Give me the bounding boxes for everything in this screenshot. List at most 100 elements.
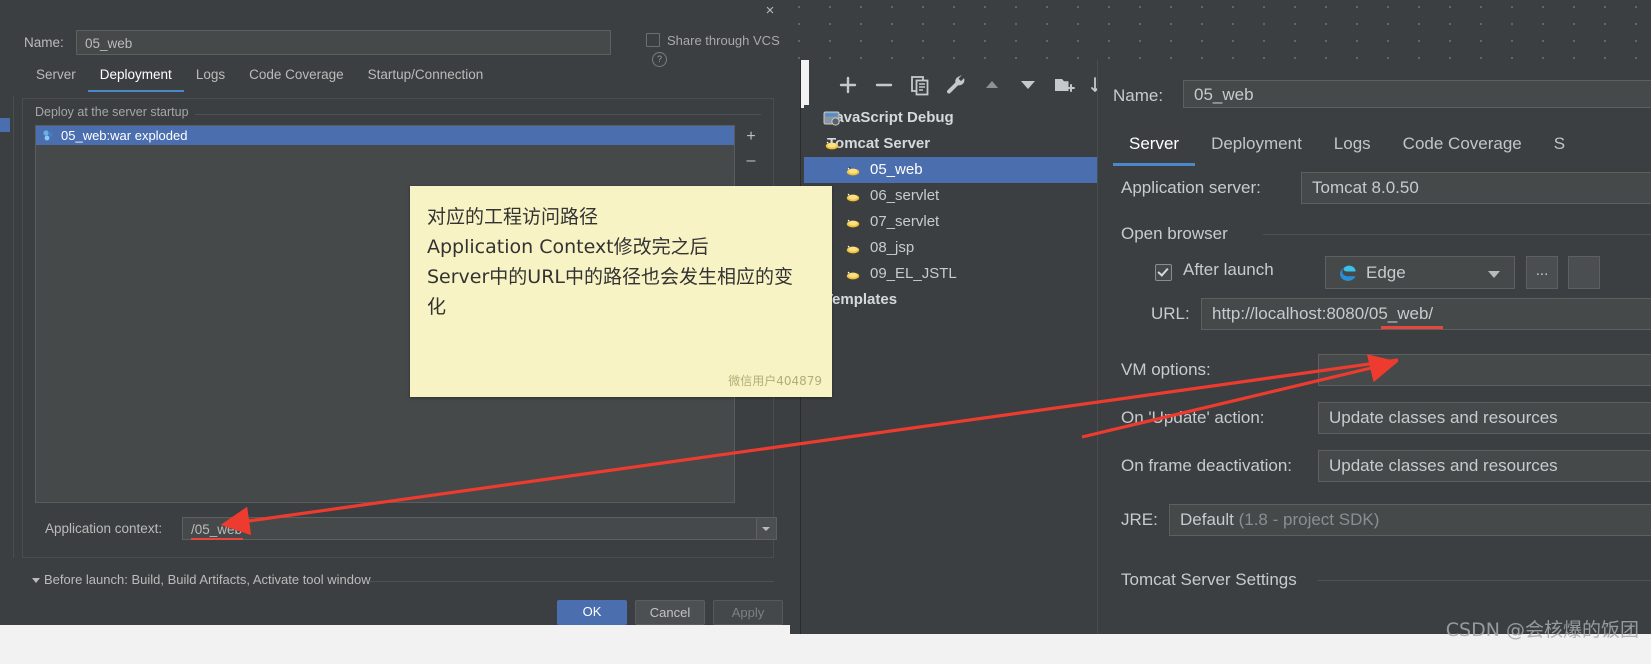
before-launch-section[interactable]: Before launch: Build, Build Artifacts, A… (24, 572, 774, 590)
application-context-label: Application context: (45, 521, 163, 536)
tab-startup-connection[interactable]: S (1538, 130, 1581, 163)
list-item[interactable]: 05_web:war exploded (36, 126, 734, 145)
apply-button[interactable]: Apply (713, 600, 783, 625)
configurations-toolbar: a z (804, 73, 1106, 105)
tree-item-label: 05_web (870, 161, 923, 178)
url-label: URL: (1151, 304, 1190, 323)
help-icon[interactable]: ? (652, 52, 667, 67)
open-browser-divider (1263, 234, 1651, 235)
vm-options-input[interactable] (1318, 354, 1651, 386)
tab-server[interactable]: Server (1113, 130, 1196, 166)
tomcat-icon (823, 136, 840, 153)
new-folder-icon[interactable] (1052, 73, 1076, 97)
window-header-texture (790, 0, 1651, 68)
configurations-tree[interactable]: JavaScript Debug Tomcat Server 05_web 06… (804, 105, 1097, 664)
detail-tabs: Server Deployment Logs Code Coverage S (1113, 130, 1581, 166)
tab-logs[interactable]: Logs (184, 64, 237, 90)
tree-item-08-jsp[interactable]: 08_jsp (804, 235, 1097, 261)
jre-label: JRE: (1121, 510, 1158, 529)
tab-deployment[interactable]: Deployment (1195, 130, 1318, 163)
copy-icon[interactable] (908, 73, 932, 97)
add-artifact-button[interactable]: + (743, 129, 759, 145)
server-form: Application server: Tomcat 8.0.50 Open b… (1113, 172, 1651, 662)
tree-item-07-servlet[interactable]: 07_servlet (804, 209, 1097, 235)
jre-hint: (1.8 - project SDK) (1233, 510, 1380, 529)
bottom-white-strip (0, 625, 790, 664)
javascript-debug-icon (823, 110, 840, 127)
configuration-detail-panel: Name: 05_web Server Deployment Logs Code Co… (1097, 60, 1651, 664)
tree-item-09-el-jstl[interactable]: 09_EL_JSTL (804, 261, 1097, 287)
tomcat-icon (844, 214, 861, 231)
jre-select[interactable]: Default (1.8 - project SDK) (1169, 504, 1651, 536)
tree-item-label: 06_servlet (870, 187, 940, 204)
tomcat-server-settings-title: Tomcat Server Settings (1121, 570, 1297, 589)
open-browser-title: Open browser (1121, 224, 1228, 243)
name-input[interactable]: 05_web (76, 30, 611, 55)
application-context-row: Application context: /05_web (35, 517, 777, 541)
tomcat-icon (844, 266, 861, 283)
name-label: Name: (24, 35, 64, 50)
dialog-left-border (13, 96, 14, 558)
tab-startup-connection[interactable]: Startup/Connection (356, 64, 496, 90)
after-launch-checkbox[interactable] (1155, 264, 1172, 281)
application-server-value[interactable]: Tomcat 8.0.50 (1301, 172, 1651, 204)
remove-icon[interactable] (872, 73, 896, 97)
tree-item-06-servlet[interactable]: 06_servlet (804, 183, 1097, 209)
close-icon[interactable]: × (762, 3, 778, 19)
tab-logs[interactable]: Logs (1318, 130, 1387, 163)
tomcat-icon (844, 240, 861, 257)
tomcat-settings-divider (1318, 580, 1651, 581)
dialog-left-selection-marker (0, 118, 10, 132)
name-input[interactable]: 05_web (1183, 80, 1651, 108)
tab-code-coverage[interactable]: Code Coverage (237, 64, 356, 90)
tomcat-icon (844, 188, 861, 205)
note-line-2: Application Context修改完之后 (427, 236, 709, 258)
tree-item-05-web[interactable]: 05_web (804, 157, 1097, 183)
on-update-action-label: On 'Update' action: (1121, 408, 1265, 427)
browser-value: Edge (1366, 263, 1406, 282)
list-item-label: 05_web:war exploded (61, 128, 188, 143)
note-watermark: 微信用户404879 (728, 374, 822, 388)
ok-button[interactable]: OK (557, 600, 627, 625)
name-label: Name: (1113, 86, 1164, 105)
application-context-dropdown-button[interactable] (756, 518, 776, 539)
screenshot-root: × Name: 05_web Share through VCS? Server… (0, 0, 1651, 664)
chevron-down-icon[interactable] (1488, 271, 1500, 278)
before-launch-divider (369, 581, 774, 582)
panel-divider (1097, 60, 1098, 664)
move-down-icon[interactable] (1016, 73, 1040, 97)
tree-item-tomcat-server[interactable]: Tomcat Server (804, 131, 1097, 157)
cancel-button[interactable]: Cancel (635, 600, 705, 625)
on-frame-deactivation-select[interactable]: Update classes and resources (1318, 450, 1651, 482)
add-icon[interactable] (836, 73, 860, 97)
tab-code-coverage[interactable]: Code Coverage (1387, 130, 1538, 163)
move-up-icon[interactable] (980, 73, 1004, 97)
note-line-3: Server中的URL中的路径也会发生相应的变 (427, 266, 794, 288)
application-context-highlight (191, 538, 243, 540)
tab-server[interactable]: Server (24, 64, 88, 90)
deploy-group-title: Deploy at the server startup (35, 105, 195, 119)
browser-select[interactable]: Edge (1325, 256, 1515, 289)
tree-item-label: 08_jsp (870, 239, 915, 256)
tree-item-label: JavaScript Debug (827, 109, 954, 126)
tree-item-label: 07_servlet (870, 213, 940, 230)
collapse-triangle-icon[interactable] (32, 578, 40, 583)
note-line-4: 化 (427, 296, 447, 318)
tree-item-templates[interactable]: Templates (804, 287, 1097, 313)
checkbox-box[interactable] (646, 33, 660, 47)
tree-item-javascript-debug[interactable]: JavaScript Debug (804, 105, 1097, 131)
application-context-input[interactable]: /05_web (182, 517, 777, 540)
browser-settings-button[interactable] (1568, 256, 1600, 289)
share-through-vcs-checkbox[interactable]: Share through VCS? (646, 33, 790, 67)
chevron-down-icon (762, 527, 770, 531)
application-server-label: Application server: (1121, 178, 1261, 197)
dialog-tabs: Server Deployment Logs Code Coverage Startup… (24, 64, 496, 92)
wrench-icon[interactable] (944, 73, 968, 97)
on-frame-deactivation-label: On frame deactivation: (1121, 456, 1293, 475)
dialog-buttons: OK Cancel Apply (0, 600, 790, 625)
tab-deployment[interactable]: Deployment (87, 64, 184, 92)
remove-artifact-button[interactable]: – (743, 153, 759, 169)
browse-browser-button[interactable]: ... (1526, 256, 1558, 289)
note-line-1: 对应的工程访问路径 (427, 206, 599, 228)
on-update-action-select[interactable]: Update classes and resources (1318, 402, 1651, 434)
